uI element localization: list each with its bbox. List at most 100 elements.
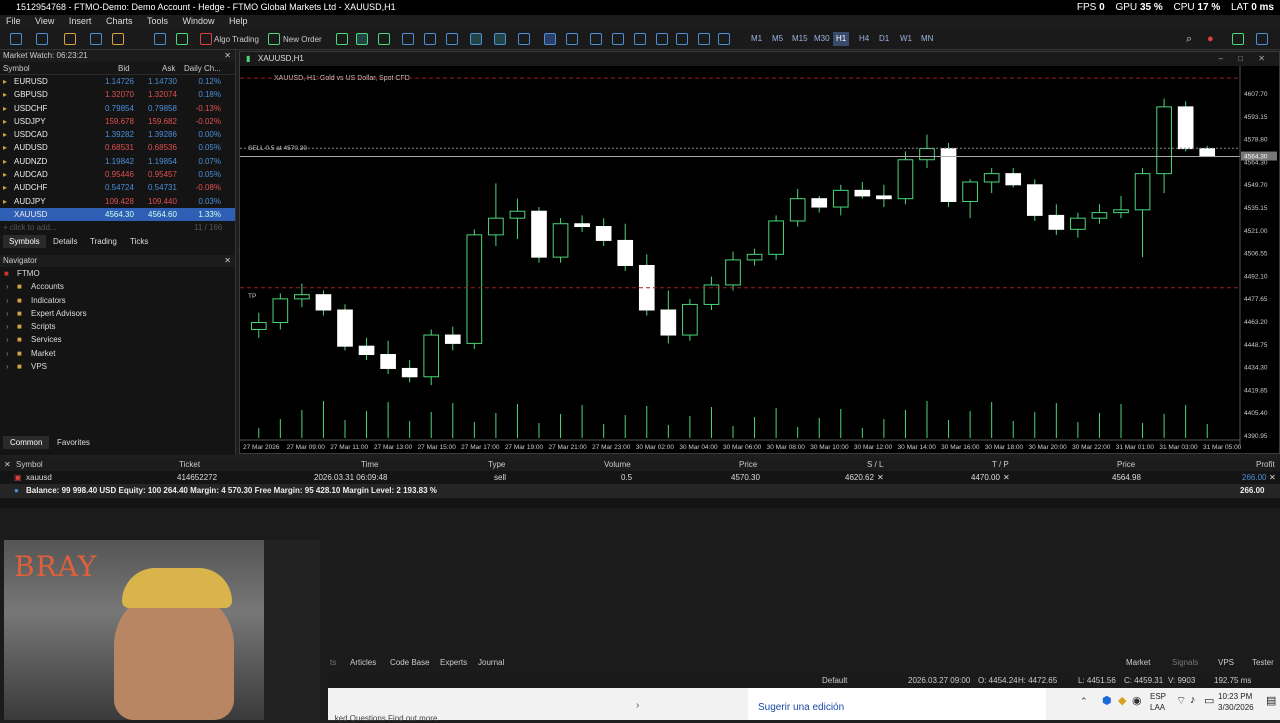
market-bag-icon[interactable] xyxy=(112,33,124,45)
symbol-row-audjpy[interactable]: ▸ AUDJPY 109.428 109.440 0.03% xyxy=(0,195,235,208)
zoom-out-icon[interactable] xyxy=(424,33,436,45)
wifi-icon[interactable]: ⌔ xyxy=(1176,694,1186,708)
remove-tp-icon[interactable]: ✕ xyxy=(1003,471,1010,484)
tab-journal[interactable]: Journal xyxy=(478,656,504,670)
symbol-row-audcad[interactable]: ▸ AUDCAD 0.95446 0.95457 0.05% xyxy=(0,168,235,181)
screenshot-icon[interactable] xyxy=(518,33,530,45)
navigator-item-accounts[interactable]: › ■ Accounts xyxy=(0,280,235,293)
tab-favorites[interactable]: Favorites xyxy=(57,436,90,449)
notifications-icon[interactable]: ● xyxy=(1207,32,1214,47)
col-price[interactable]: Price xyxy=(739,458,757,471)
close-icon[interactable]: ✕ xyxy=(224,255,231,267)
tf-m15[interactable]: M15 xyxy=(789,32,811,46)
remove-sl-icon[interactable]: ✕ xyxy=(877,471,884,484)
symbol-row-audchf[interactable]: ▸ AUDCHF 0.54724 0.54731 -0.08% xyxy=(0,181,235,194)
fibonacci-icon[interactable] xyxy=(676,33,688,45)
col-volume[interactable]: Volume xyxy=(604,458,631,471)
symbol-row-eurusd[interactable]: ▸ EURUSD 1.14726 1.14730 0.12% xyxy=(0,75,235,88)
new-order-button[interactable]: New Order xyxy=(283,32,322,47)
community-icon[interactable] xyxy=(1256,33,1268,45)
profiles-icon[interactable] xyxy=(36,33,48,45)
tab-trading[interactable]: Trading xyxy=(90,235,117,248)
chart-shift-icon[interactable] xyxy=(494,33,506,45)
tf-d1[interactable]: D1 xyxy=(876,32,892,46)
minimize-icon[interactable]: – xyxy=(1219,52,1223,66)
navigator-item-market[interactable]: › ■ Market xyxy=(0,347,235,360)
vps-icon[interactable] xyxy=(154,33,166,45)
chevron-up-icon[interactable]: ⌃ xyxy=(1080,696,1088,707)
col-sl[interactable]: S / L xyxy=(867,458,883,471)
lang-layout[interactable]: LAA xyxy=(1150,703,1165,712)
tf-m1[interactable]: M1 xyxy=(748,32,765,46)
tray-app-icon[interactable]: ⬢ xyxy=(1102,694,1112,707)
symbol-row-usdcad[interactable]: ▸ USDCAD 1.39282 1.39286 0.00% xyxy=(0,128,235,141)
ide-icon[interactable] xyxy=(90,33,102,45)
account-icon[interactable] xyxy=(1232,33,1244,45)
menu-charts[interactable]: Charts xyxy=(100,15,139,27)
col-tp[interactable]: T / P xyxy=(992,458,1009,471)
tf-h1[interactable]: H1 xyxy=(833,32,850,46)
menu-file[interactable]: File xyxy=(0,15,27,27)
col-daily-change[interactable]: Daily Ch... xyxy=(184,62,221,75)
close-icon[interactable]: ✕ xyxy=(224,50,231,62)
tab-details[interactable]: Details xyxy=(53,235,77,248)
chevron-right-icon[interactable]: › xyxy=(636,700,639,711)
col-symbol[interactable]: Symbol xyxy=(3,62,30,75)
col-current-price[interactable]: Price xyxy=(1117,458,1135,471)
vertical-line-icon[interactable] xyxy=(590,33,602,45)
mic-icon[interactable]: ◉ xyxy=(1132,694,1142,707)
navigator-item-services[interactable]: › ■ Services xyxy=(0,333,235,346)
close-icon[interactable]: ✕ xyxy=(4,458,11,471)
navigator-item-indicators[interactable]: › ■ Indicators xyxy=(0,294,235,307)
menu-tools[interactable]: Tools xyxy=(141,15,174,27)
symbol-row-audnzd[interactable]: ▸ AUDNZD 1.19842 1.19854 0.07% xyxy=(0,155,235,168)
tray-app2-icon[interactable]: ◆ xyxy=(1118,694,1126,707)
suggest-edit-link[interactable]: Sugerir una edición xyxy=(758,702,844,713)
maximize-icon[interactable]: □ xyxy=(1238,52,1243,66)
algo-trading-button[interactable]: Algo Trading xyxy=(214,32,259,47)
tab-ticks[interactable]: Ticks xyxy=(130,235,148,248)
speaker-icon[interactable]: ♪ xyxy=(1190,694,1196,706)
tab-tester[interactable]: Tester xyxy=(1252,656,1274,670)
tab-experts[interactable]: Experts xyxy=(440,656,467,670)
col-symbol[interactable]: Symbol xyxy=(16,458,43,471)
zoom-in-icon[interactable] xyxy=(402,33,414,45)
symbol-row-gbpusd[interactable]: ▸ GBPUSD 1.32070 1.32074 0.18% xyxy=(0,88,235,101)
tf-m30[interactable]: M30 xyxy=(811,32,833,46)
symbol-row-audusd[interactable]: ▸ AUDUSD 0.68531 0.68536 0.05% xyxy=(0,141,235,154)
navigator-root[interactable]: ■ FTMO xyxy=(0,267,235,280)
candlestick-icon[interactable] xyxy=(356,33,368,45)
col-type[interactable]: Type xyxy=(488,458,505,471)
clock-date[interactable]: 3/30/2026 xyxy=(1218,703,1254,712)
menu-help[interactable]: Help xyxy=(223,15,254,27)
notification-center-icon[interactable]: ▤ xyxy=(1266,694,1276,707)
symbol-row-xauusd[interactable]: XAUUSD 4564.30 4564.60 1.33% xyxy=(0,207,235,222)
close-position-icon[interactable]: ✕ xyxy=(1269,471,1276,484)
tab-signals[interactable]: Signals xyxy=(1172,656,1198,670)
signals-icon[interactable] xyxy=(176,33,188,45)
lang-code[interactable]: ESP xyxy=(1150,692,1166,701)
symbol-row-usdchf[interactable]: ▸ USDCHF 0.79854 0.79858 -0.13% xyxy=(0,102,235,115)
close-icon[interactable]: ✕ xyxy=(1258,52,1265,66)
channel-icon[interactable] xyxy=(656,33,668,45)
tf-w1[interactable]: W1 xyxy=(897,32,915,46)
trendline-icon[interactable] xyxy=(634,33,646,45)
navigator-item-scripts[interactable]: › ■ Scripts xyxy=(0,320,235,333)
tab-common[interactable]: Common xyxy=(3,436,50,449)
autoscroll-icon[interactable] xyxy=(470,33,482,45)
tab-symbols[interactable]: Symbols xyxy=(3,234,46,248)
tab-articles[interactable]: Articles xyxy=(350,656,376,670)
col-time[interactable]: Time xyxy=(361,458,378,471)
menu-window[interactable]: Window xyxy=(177,15,221,27)
symbol-row-usdjpy[interactable]: ▸ USDJPY 159.678 159.682 -0.02% xyxy=(0,115,235,128)
navigator-item-expert-advisors[interactable]: › ■ Expert Advisors xyxy=(0,307,235,320)
status-profile[interactable]: Default xyxy=(822,676,847,685)
wallet-icon[interactable] xyxy=(64,33,76,45)
text-tool-icon[interactable] xyxy=(698,33,710,45)
crosshair-icon[interactable] xyxy=(566,33,578,45)
trade-row[interactable]: ▣ xauusd 414652272 2026.03.31 06:09:48 s… xyxy=(0,471,1280,484)
tf-mn[interactable]: MN xyxy=(918,32,936,46)
shapes-icon[interactable] xyxy=(718,33,730,45)
battery-icon[interactable]: ▭ xyxy=(1204,694,1214,707)
tf-m5[interactable]: M5 xyxy=(769,32,786,46)
